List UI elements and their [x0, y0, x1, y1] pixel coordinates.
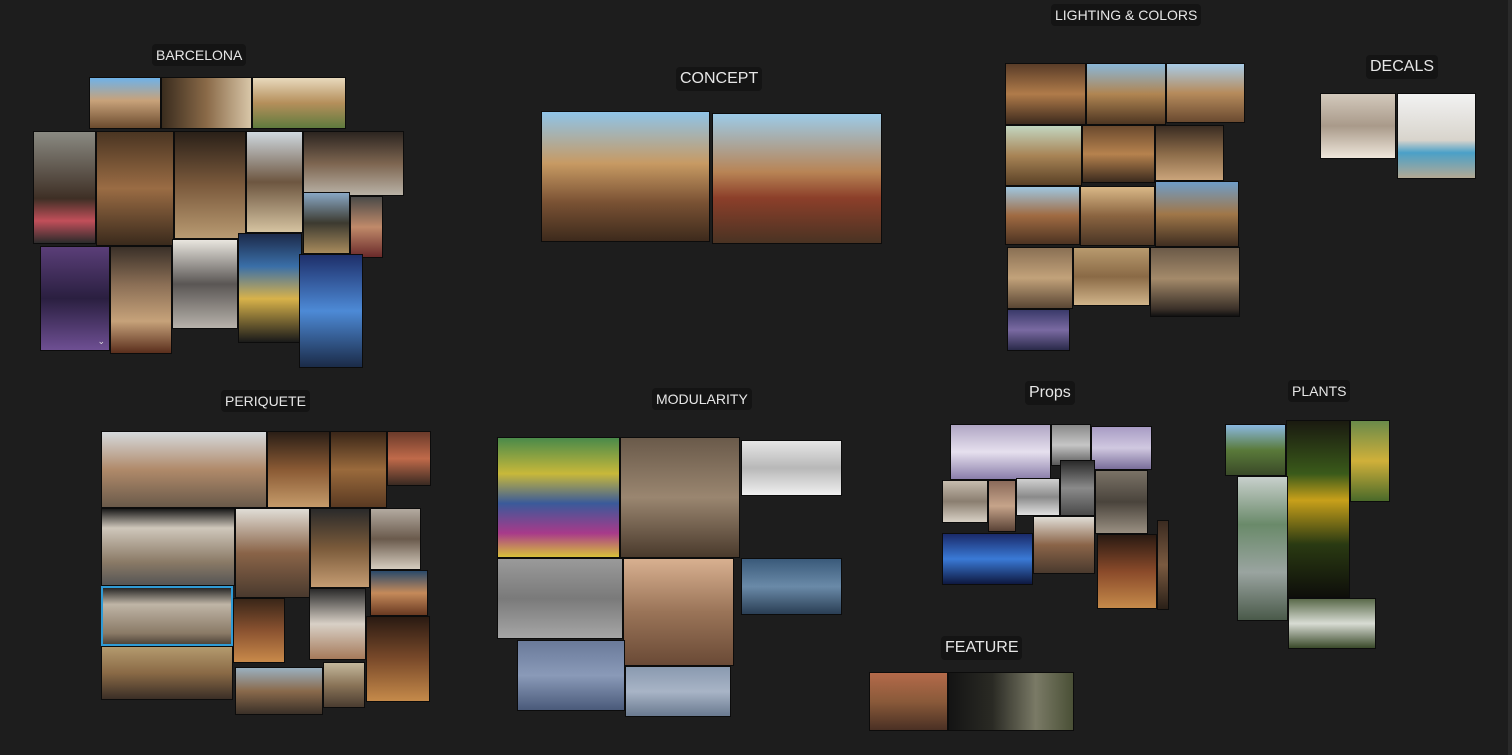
ref-image[interactable]	[233, 598, 285, 663]
concept-image[interactable]	[712, 113, 882, 244]
ref-image[interactable]	[172, 239, 238, 329]
feature-image[interactable]	[948, 672, 1074, 731]
group-label-feature[interactable]: FEATURE	[941, 636, 1023, 660]
group-label-concept[interactable]: CONCEPT	[676, 67, 763, 91]
ref-image[interactable]	[1288, 598, 1376, 649]
ref-image[interactable]	[246, 131, 303, 233]
ref-image[interactable]	[303, 192, 350, 254]
ref-image[interactable]	[1091, 426, 1152, 470]
ref-image[interactable]	[1225, 424, 1286, 476]
ref-image[interactable]	[497, 558, 623, 639]
ref-image[interactable]	[303, 131, 404, 196]
ref-image[interactable]	[1095, 470, 1148, 534]
ref-image[interactable]	[741, 558, 842, 615]
ref-image[interactable]	[1350, 420, 1390, 502]
group-label-periquete[interactable]: PERIQUETE	[221, 390, 310, 412]
group-label-decals[interactable]: DECALS	[1366, 55, 1439, 79]
ref-image[interactable]	[1155, 181, 1239, 247]
ref-image[interactable]	[1005, 186, 1080, 245]
ref-image[interactable]	[942, 480, 988, 523]
ref-image[interactable]	[1060, 460, 1095, 516]
group-label-lighting[interactable]: LIGHTING & COLORS	[1051, 4, 1202, 26]
ref-image[interactable]	[299, 254, 363, 368]
ref-image[interactable]	[33, 131, 96, 244]
group-label-barcelona[interactable]: BARCELONA	[152, 44, 247, 66]
ref-image[interactable]	[620, 437, 740, 558]
ref-image[interactable]	[950, 424, 1051, 480]
ref-image[interactable]	[1086, 63, 1166, 125]
decal-image[interactable]	[1397, 93, 1476, 179]
video-icon: ⌄	[97, 336, 105, 346]
ref-image[interactable]	[942, 533, 1033, 585]
ref-image[interactable]	[350, 196, 383, 258]
ref-image[interactable]	[161, 77, 252, 129]
ref-image[interactable]	[309, 588, 366, 660]
ref-image[interactable]	[235, 508, 310, 598]
ref-image[interactable]	[89, 77, 161, 129]
canvas-edge	[1508, 0, 1512, 755]
moodboard-canvas[interactable]: BARCELONA ⌄ CONCEPT LIGHTING & COLORS DE…	[0, 0, 1512, 755]
ref-image[interactable]	[323, 662, 365, 708]
feature-image[interactable]	[869, 672, 948, 731]
ref-image[interactable]	[741, 440, 842, 496]
group-label-modularity[interactable]: MODULARITY	[652, 388, 752, 410]
ref-image[interactable]	[517, 640, 625, 711]
ref-image-selected[interactable]	[101, 586, 233, 646]
ref-image[interactable]	[330, 431, 387, 508]
ref-image[interactable]	[310, 508, 370, 588]
ref-image[interactable]	[1097, 534, 1157, 609]
ref-image[interactable]	[387, 431, 431, 486]
ref-image[interactable]	[1082, 125, 1155, 183]
ref-image[interactable]	[366, 616, 430, 702]
ref-image[interactable]: ⌄	[40, 246, 110, 351]
ref-image[interactable]	[252, 77, 346, 129]
ref-image[interactable]	[1286, 420, 1350, 598]
ref-image[interactable]	[1016, 478, 1060, 516]
ref-image[interactable]	[1033, 516, 1095, 574]
ref-image[interactable]	[1080, 186, 1155, 246]
ref-image[interactable]	[1166, 63, 1245, 123]
ref-image[interactable]	[1073, 247, 1150, 306]
ref-image[interactable]	[1007, 247, 1073, 309]
ref-image[interactable]	[370, 508, 421, 570]
ref-image[interactable]	[1150, 247, 1240, 317]
ref-image[interactable]	[1005, 125, 1082, 186]
ref-image[interactable]	[110, 246, 172, 354]
ref-image[interactable]	[267, 431, 330, 508]
ref-image[interactable]	[370, 570, 428, 616]
ref-image[interactable]	[988, 480, 1016, 532]
group-label-props[interactable]: Props	[1025, 381, 1075, 405]
ref-image[interactable]	[101, 646, 233, 700]
ref-image[interactable]	[101, 508, 235, 586]
ref-image[interactable]	[1007, 309, 1070, 351]
ref-image[interactable]	[623, 558, 734, 666]
ref-image[interactable]	[1005, 63, 1086, 125]
group-label-plants[interactable]: PLANTS	[1288, 380, 1351, 402]
ref-image[interactable]	[96, 131, 174, 246]
ref-image[interactable]	[625, 666, 731, 717]
ref-image[interactable]	[497, 437, 620, 558]
decal-image[interactable]	[1320, 93, 1396, 159]
ref-image[interactable]	[1157, 520, 1169, 610]
ref-image[interactable]	[235, 667, 323, 715]
ref-image[interactable]	[101, 431, 267, 508]
ref-image[interactable]	[174, 131, 246, 239]
ref-image[interactable]	[1237, 476, 1288, 621]
concept-image[interactable]	[541, 111, 710, 242]
ref-image[interactable]	[238, 233, 302, 343]
ref-image[interactable]	[1155, 125, 1224, 181]
